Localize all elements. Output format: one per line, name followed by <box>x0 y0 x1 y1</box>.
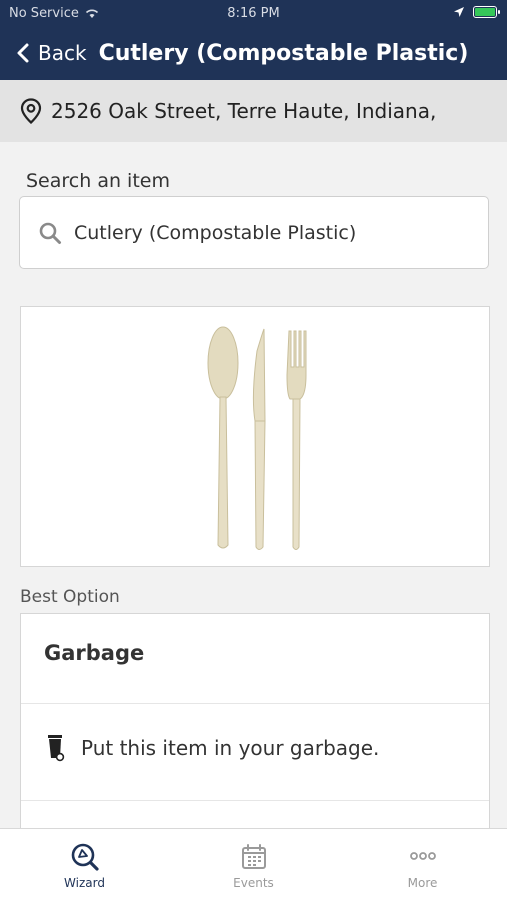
wizard-search-icon <box>71 843 99 871</box>
back-button[interactable]: Back <box>14 41 87 65</box>
item-image-card <box>20 306 490 567</box>
location-bar[interactable]: 2526 Oak Street, Terre Haute, Indiana, <box>0 80 507 142</box>
search-label: Search an item <box>26 170 170 192</box>
instruction-text: Put this item in your garbage. <box>81 736 380 760</box>
page-title: Cutlery (Compostable Plastic) <box>98 40 469 66</box>
cutlery-image <box>207 326 307 550</box>
best-option-label: Best Option <box>20 587 120 607</box>
disposal-title: Garbage <box>44 641 145 665</box>
tab-label: More <box>407 876 438 890</box>
divider <box>21 703 489 704</box>
disposal-instruction: Put this item in your garbage. <box>46 734 379 762</box>
tab-label: Events <box>233 876 274 890</box>
search-input[interactable] <box>74 221 464 244</box>
tab-label: Wizard <box>64 876 105 890</box>
location-arrow-icon <box>454 7 464 17</box>
tab-events[interactable]: Events <box>169 829 338 900</box>
tab-bar: Wizard Events More <box>0 828 507 900</box>
status-bar: No Service 8:16 PM <box>0 0 507 28</box>
best-option-card: Garbage Put this item in your garbage. <box>20 613 490 843</box>
status-indicators <box>453 6 500 18</box>
tab-wizard[interactable]: Wizard <box>0 829 169 900</box>
nav-bar: Back Cutlery (Compostable Plastic) <box>0 30 507 76</box>
location-pin-icon <box>20 98 42 124</box>
more-dots-icon <box>409 852 436 860</box>
search-icon <box>39 222 61 244</box>
address-text: 2526 Oak Street, Terre Haute, Indiana, <box>51 99 437 123</box>
search-box[interactable] <box>19 196 489 269</box>
back-label: Back <box>38 41 87 65</box>
garbage-bin-icon <box>48 735 65 762</box>
chevron-left-icon <box>17 43 29 63</box>
status-time: 8:16 PM <box>227 6 280 21</box>
battery-icon <box>473 6 500 18</box>
app-header: No Service 8:16 PM Back Cutlery (Compost… <box>0 0 507 80</box>
divider <box>21 800 489 801</box>
calendar-icon <box>241 844 266 869</box>
tab-more[interactable]: More <box>338 829 507 900</box>
